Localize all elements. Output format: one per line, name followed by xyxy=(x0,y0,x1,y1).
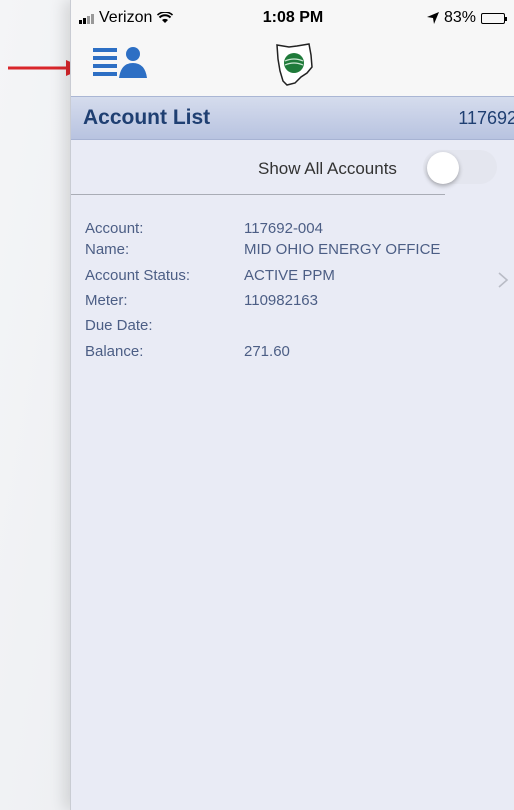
location-icon xyxy=(426,12,439,24)
account-label: Account: xyxy=(85,220,144,237)
phone-screen: Verizon 1:08 PM 83% Account List 117692 … xyxy=(70,0,514,810)
page-title: Account List xyxy=(83,106,211,129)
chevron-right-icon xyxy=(498,272,509,288)
balance-label: Balance: xyxy=(85,343,144,360)
meter-label: Meter: xyxy=(85,292,128,309)
battery-percent: 83% xyxy=(443,9,476,26)
ohio-state-logo xyxy=(276,43,313,86)
account-value: 117692-004 xyxy=(244,220,323,237)
account-menu-icon[interactable] xyxy=(93,44,151,84)
balance-value: 271.60 xyxy=(244,343,290,360)
header-account-number: 117692 xyxy=(458,108,514,128)
show-all-accounts-label: Show All Accounts xyxy=(258,159,397,178)
name-label: Name: xyxy=(85,241,130,258)
status-bar: Verizon 1:08 PM 83% xyxy=(71,0,514,36)
account-list-item[interactable]: Account: 117692-004 Name: MID OHIO ENERG… xyxy=(71,196,514,372)
show-all-accounts-toggle[interactable] xyxy=(423,150,497,184)
meter-value: 110982163 xyxy=(244,292,318,309)
account-status-label: Account Status: xyxy=(85,267,191,284)
due-date-label: Due Date: xyxy=(85,317,153,334)
name-value: MID OHIO ENERGY OFFICE xyxy=(244,241,441,258)
account-list-header: Account List 117692 xyxy=(71,96,514,140)
divider xyxy=(71,194,445,195)
show-all-accounts-row: Show All Accounts xyxy=(71,140,514,194)
account-status-value: ACTIVE PPM xyxy=(244,267,335,284)
battery-icon xyxy=(481,12,507,24)
nav-bar xyxy=(71,36,514,96)
